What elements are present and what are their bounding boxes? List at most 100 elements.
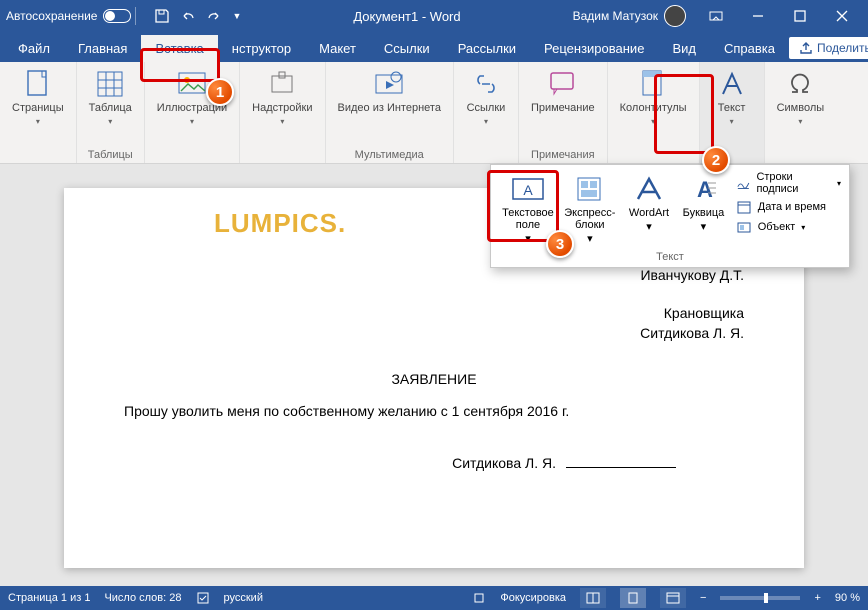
zoom-in-button[interactable]: + bbox=[814, 592, 820, 604]
language-indicator[interactable]: русский bbox=[224, 592, 263, 604]
chevron-down-icon: ▾ bbox=[701, 221, 707, 233]
table-label: Таблица bbox=[89, 102, 132, 115]
document-title: Документ1 - Word bbox=[241, 9, 572, 24]
chevron-down-icon: ▾ bbox=[484, 117, 488, 126]
group-symbols: Символы ▾ bbox=[765, 62, 837, 163]
doc-title: ЗАЯВЛЕНИЕ bbox=[124, 371, 744, 387]
chevron-down-icon: ▾ bbox=[190, 117, 194, 126]
signature-line-button[interactable]: Строки подписи ▾ bbox=[736, 171, 841, 195]
datetime-button[interactable]: Дата и время bbox=[736, 199, 841, 215]
proofing-icon[interactable] bbox=[196, 591, 210, 605]
dropcap-button[interactable]: A Буквица▾ bbox=[679, 171, 728, 235]
comments-group-label: Примечания bbox=[531, 147, 595, 161]
header-icon bbox=[637, 68, 669, 100]
print-layout-icon[interactable] bbox=[620, 588, 646, 608]
tab-design[interactable]: нструктор bbox=[218, 35, 305, 62]
focus-label[interactable]: Фокусировка bbox=[500, 592, 566, 604]
minimize-icon[interactable] bbox=[738, 2, 778, 30]
addins-label: Надстройки bbox=[252, 102, 312, 115]
share-label: Поделиться bbox=[817, 41, 868, 55]
wordart-button[interactable]: WordArt ▾ bbox=[623, 171, 675, 235]
chevron-down-icon: ▾ bbox=[646, 221, 652, 233]
text-button[interactable]: Текст ▾ bbox=[706, 66, 758, 128]
from-block: Крановщика Ситдикова Л. Я. bbox=[464, 303, 744, 344]
page-icon bbox=[22, 68, 54, 100]
link-icon bbox=[470, 68, 502, 100]
object-icon bbox=[736, 219, 752, 235]
zoom-out-button[interactable]: − bbox=[700, 592, 706, 604]
svg-text:A: A bbox=[523, 182, 533, 198]
group-pages: Страницы ▾ bbox=[0, 62, 77, 163]
share-button[interactable]: Поделиться bbox=[789, 37, 868, 59]
object-button[interactable]: Объект ▾ bbox=[736, 219, 841, 235]
tab-file[interactable]: Файл bbox=[4, 35, 64, 62]
dropcap-icon: A bbox=[685, 173, 721, 205]
tab-home[interactable]: Главная bbox=[64, 35, 141, 62]
table-button[interactable]: Таблица ▾ bbox=[83, 66, 138, 128]
textbox-icon: A bbox=[510, 173, 546, 205]
ribbon-options-icon[interactable] bbox=[696, 2, 736, 30]
group-headers: Колонтитулы ▾ bbox=[608, 62, 700, 163]
callout-badge-1: 1 bbox=[206, 78, 234, 106]
text-side-options: Строки подписи ▾ Дата и время Объект ▾ bbox=[736, 171, 841, 235]
wordart-icon bbox=[631, 173, 667, 205]
addins-button[interactable]: Надстройки ▾ bbox=[246, 66, 318, 128]
group-comments: Примечание Примечания bbox=[519, 62, 608, 163]
doc-body: Прошу уволить меня по собственному желан… bbox=[124, 403, 744, 419]
online-video-button[interactable]: Видео из Интернета bbox=[332, 66, 447, 117]
tables-group-label: Таблицы bbox=[88, 147, 133, 161]
qat-dropdown-icon[interactable]: ▼ bbox=[232, 11, 241, 21]
chevron-down-icon: ▾ bbox=[730, 117, 734, 126]
sigline-label: Строки подписи bbox=[756, 171, 831, 195]
quickparts-label: Экспресс-блоки bbox=[563, 207, 617, 231]
svg-text:A: A bbox=[697, 177, 713, 202]
page-indicator[interactable]: Страница 1 из 1 bbox=[8, 592, 90, 604]
tab-layout[interactable]: Макет bbox=[305, 35, 370, 62]
comment-button[interactable]: Примечание bbox=[525, 66, 601, 117]
read-mode-icon[interactable] bbox=[580, 588, 606, 608]
web-layout-icon[interactable] bbox=[660, 588, 686, 608]
user-account[interactable]: Вадим Матузок bbox=[573, 5, 686, 27]
redo-icon[interactable] bbox=[206, 8, 222, 24]
wordart-label: WordArt bbox=[629, 207, 669, 219]
save-icon[interactable] bbox=[154, 8, 170, 24]
zoom-slider[interactable] bbox=[720, 596, 800, 600]
headers-button[interactable]: Колонтитулы ▾ bbox=[614, 66, 693, 128]
tab-review[interactable]: Рецензирование bbox=[530, 35, 658, 62]
word-count[interactable]: Число слов: 28 bbox=[104, 592, 181, 604]
comment-icon bbox=[547, 68, 579, 100]
links-button[interactable]: Ссылки ▾ bbox=[460, 66, 512, 128]
tab-mailings[interactable]: Рассылки bbox=[444, 35, 530, 62]
tab-help[interactable]: Справка bbox=[710, 35, 789, 62]
titlebar: Автосохранение ▼ Документ1 - Word Вадим … bbox=[0, 0, 868, 32]
toggle-icon bbox=[103, 9, 131, 23]
text-gallery-panel: A Текстовое поле▾ Экспресс-блоки▾ WordAr… bbox=[490, 164, 850, 268]
chevron-down-icon: ▾ bbox=[651, 117, 655, 126]
tab-references[interactable]: Ссылки bbox=[370, 35, 444, 62]
ribbon-tabs: Файл Главная Вставка нструктор Макет Ссы… bbox=[0, 32, 868, 62]
close-icon[interactable] bbox=[822, 2, 862, 30]
autosave-toggle[interactable]: Автосохранение bbox=[6, 9, 131, 23]
omega-icon bbox=[784, 68, 816, 100]
pages-button[interactable]: Страницы ▾ bbox=[6, 66, 70, 128]
group-illustrations: Иллюстрации ▾ bbox=[145, 62, 240, 163]
symbols-button[interactable]: Символы ▾ bbox=[771, 66, 831, 128]
tab-insert[interactable]: Вставка bbox=[141, 35, 217, 62]
maximize-icon[interactable] bbox=[780, 2, 820, 30]
pages-label: Страницы bbox=[12, 102, 64, 115]
tab-view[interactable]: Вид bbox=[658, 35, 710, 62]
chevron-down-icon: ▾ bbox=[36, 117, 40, 126]
avatar bbox=[664, 5, 686, 27]
window-buttons bbox=[696, 2, 862, 30]
symbols-label: Символы bbox=[777, 102, 825, 115]
underline bbox=[566, 467, 676, 468]
chevron-down-icon: ▾ bbox=[108, 117, 112, 126]
group-links: Ссылки ▾ bbox=[454, 62, 519, 163]
signature-icon bbox=[736, 175, 751, 191]
user-name: Вадим Матузок bbox=[573, 9, 658, 23]
focus-icon[interactable] bbox=[472, 591, 486, 605]
picture-icon bbox=[176, 68, 208, 100]
zoom-level[interactable]: 90 % bbox=[835, 592, 860, 604]
undo-icon[interactable] bbox=[180, 8, 196, 24]
from-line: Крановщика bbox=[464, 303, 744, 323]
